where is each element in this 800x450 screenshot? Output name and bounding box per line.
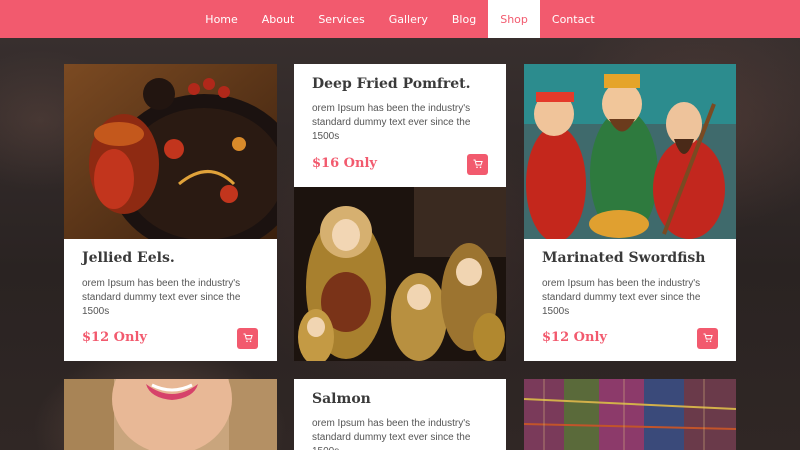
product-description: orem Ipsum has been the industry's stand… — [312, 103, 471, 142]
main-navbar: Home About Services Gallery Blog Shop Co… — [0, 0, 800, 38]
product-image-textiles[interactable] — [524, 379, 736, 450]
nav-about[interactable]: About — [250, 0, 307, 38]
product-card-salmon: Salmon orem Ipsum has been the industry'… — [294, 379, 506, 450]
product-image-matryoshka[interactable] — [294, 187, 506, 361]
nav-contact[interactable]: Contact — [540, 0, 607, 38]
product-card-jellied-eels: Jellied Eels. orem Ipsum has been the in… — [64, 239, 277, 361]
shopping-cart-icon — [243, 330, 253, 348]
product-price: $16 Only — [312, 156, 377, 171]
product-title: Deep Fried Pomfret. — [312, 76, 471, 92]
product-price: $12 Only — [82, 330, 147, 345]
product-card-deep-fried-pomfret: Deep Fried Pomfret. orem Ipsum has been … — [294, 64, 506, 187]
nav-shop[interactable]: Shop — [488, 0, 540, 38]
add-to-cart-button[interactable] — [237, 328, 258, 349]
product-image-woman[interactable] — [64, 379, 277, 450]
nav-services[interactable]: Services — [306, 0, 376, 38]
shopping-cart-icon — [473, 156, 483, 174]
product-title: Marinated Swordfish — [542, 250, 706, 266]
nav-home[interactable]: Home — [193, 0, 249, 38]
shopping-cart-icon — [703, 330, 713, 348]
product-image-figurines[interactable] — [524, 64, 736, 239]
add-to-cart-button[interactable] — [697, 328, 718, 349]
product-description: orem Ipsum has been the industry's stand… — [542, 278, 701, 317]
product-title: Jellied Eels. — [82, 250, 175, 266]
nav-gallery[interactable]: Gallery — [377, 0, 440, 38]
product-image-khokhloma[interactable] — [64, 64, 277, 239]
product-title: Salmon — [312, 391, 371, 407]
product-price: $12 Only — [542, 330, 607, 345]
product-card-marinated-swordfish: Marinated Swordfish orem Ipsum has been … — [524, 239, 736, 361]
product-description: orem Ipsum has been the industry's stand… — [312, 418, 471, 450]
add-to-cart-button[interactable] — [467, 154, 488, 175]
product-description: orem Ipsum has been the industry's stand… — [82, 278, 241, 317]
nav-blog[interactable]: Blog — [440, 0, 488, 38]
